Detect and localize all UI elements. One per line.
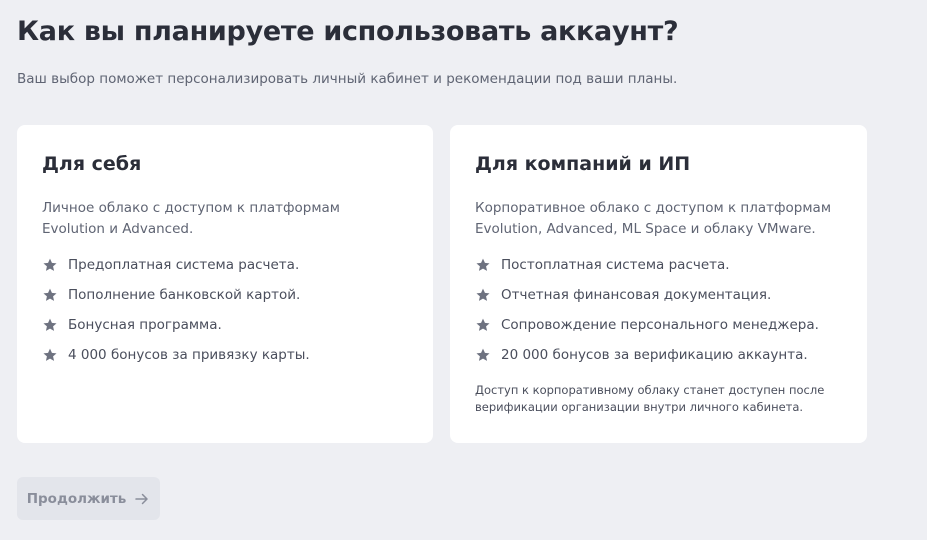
feature-item: Предоплатная система расчета.: [42, 250, 408, 280]
feature-item: 20 000 бонусов за верификацию аккаунта.: [475, 340, 842, 370]
note-line: верификации организации внутри личного к…: [475, 400, 804, 414]
feature-item: Пополнение банковской картой.: [42, 280, 408, 310]
star-icon: [43, 318, 57, 331]
feature-text: 20 000 бонусов за верификацию аккаунта.: [501, 347, 808, 363]
card-description: Корпоративное облако с доступом к платфо…: [475, 198, 842, 240]
feature-item: Бонусная программа.: [42, 310, 408, 340]
feature-text: Сопровождение персонального менеджера.: [501, 317, 819, 333]
card-description-line: Evolution, Advanced, ML Space и облаку V…: [475, 221, 816, 237]
feature-list: Постоплатная система расчета. Отчетная ф…: [475, 250, 842, 370]
star-icon: [43, 258, 57, 271]
feature-text: Бонусная программа.: [68, 317, 222, 333]
note-line: Доступ к корпоративному облаку станет до…: [475, 383, 825, 397]
star-icon: [43, 348, 57, 361]
continue-button[interactable]: Продолжить: [17, 477, 160, 520]
feature-item: Отчетная финансовая документация.: [475, 280, 842, 310]
card-description-line: Evolution и Advanced.: [42, 221, 194, 237]
feature-text: 4 000 бонусов за привязку карты.: [68, 347, 310, 363]
feature-text: Отчетная финансовая документация.: [501, 287, 772, 303]
star-icon: [476, 288, 490, 301]
page-title: Как вы планируете использовать аккаунт?: [17, 16, 679, 47]
star-icon: [476, 348, 490, 361]
verification-note: Доступ к корпоративному облаку станет до…: [475, 382, 842, 416]
star-icon: [476, 258, 490, 271]
feature-text: Пополнение банковской картой.: [68, 287, 301, 303]
star-icon: [476, 318, 490, 331]
feature-item: Постоплатная система расчета.: [475, 250, 842, 280]
business-account-card[interactable]: Для компаний и ИП Корпоративное облако с…: [450, 125, 867, 443]
card-description: Личное облако с доступом к платформам Ev…: [42, 198, 408, 240]
card-title: Для себя: [42, 153, 142, 175]
feature-item: Сопровождение персонального менеджера.: [475, 310, 842, 340]
feature-item: 4 000 бонусов за привязку карты.: [42, 340, 408, 370]
page-subtitle: Ваш выбор поможет персонализировать личн…: [17, 71, 678, 87]
card-description-line: Личное облако с доступом к платформам: [42, 200, 340, 216]
feature-text: Постоплатная система расчета.: [501, 257, 730, 273]
card-title: Для компаний и ИП: [475, 153, 691, 175]
feature-list: Предоплатная система расчета. Пополнение…: [42, 250, 408, 370]
star-icon: [43, 288, 57, 301]
personal-account-card[interactable]: Для себя Личное облако с доступом к плат…: [17, 125, 433, 443]
arrow-right-icon: [135, 493, 149, 504]
card-description-line: Корпоративное облако с доступом к платфо…: [475, 200, 832, 216]
continue-label: Продолжить: [26, 490, 127, 507]
feature-text: Предоплатная система расчета.: [68, 257, 300, 273]
